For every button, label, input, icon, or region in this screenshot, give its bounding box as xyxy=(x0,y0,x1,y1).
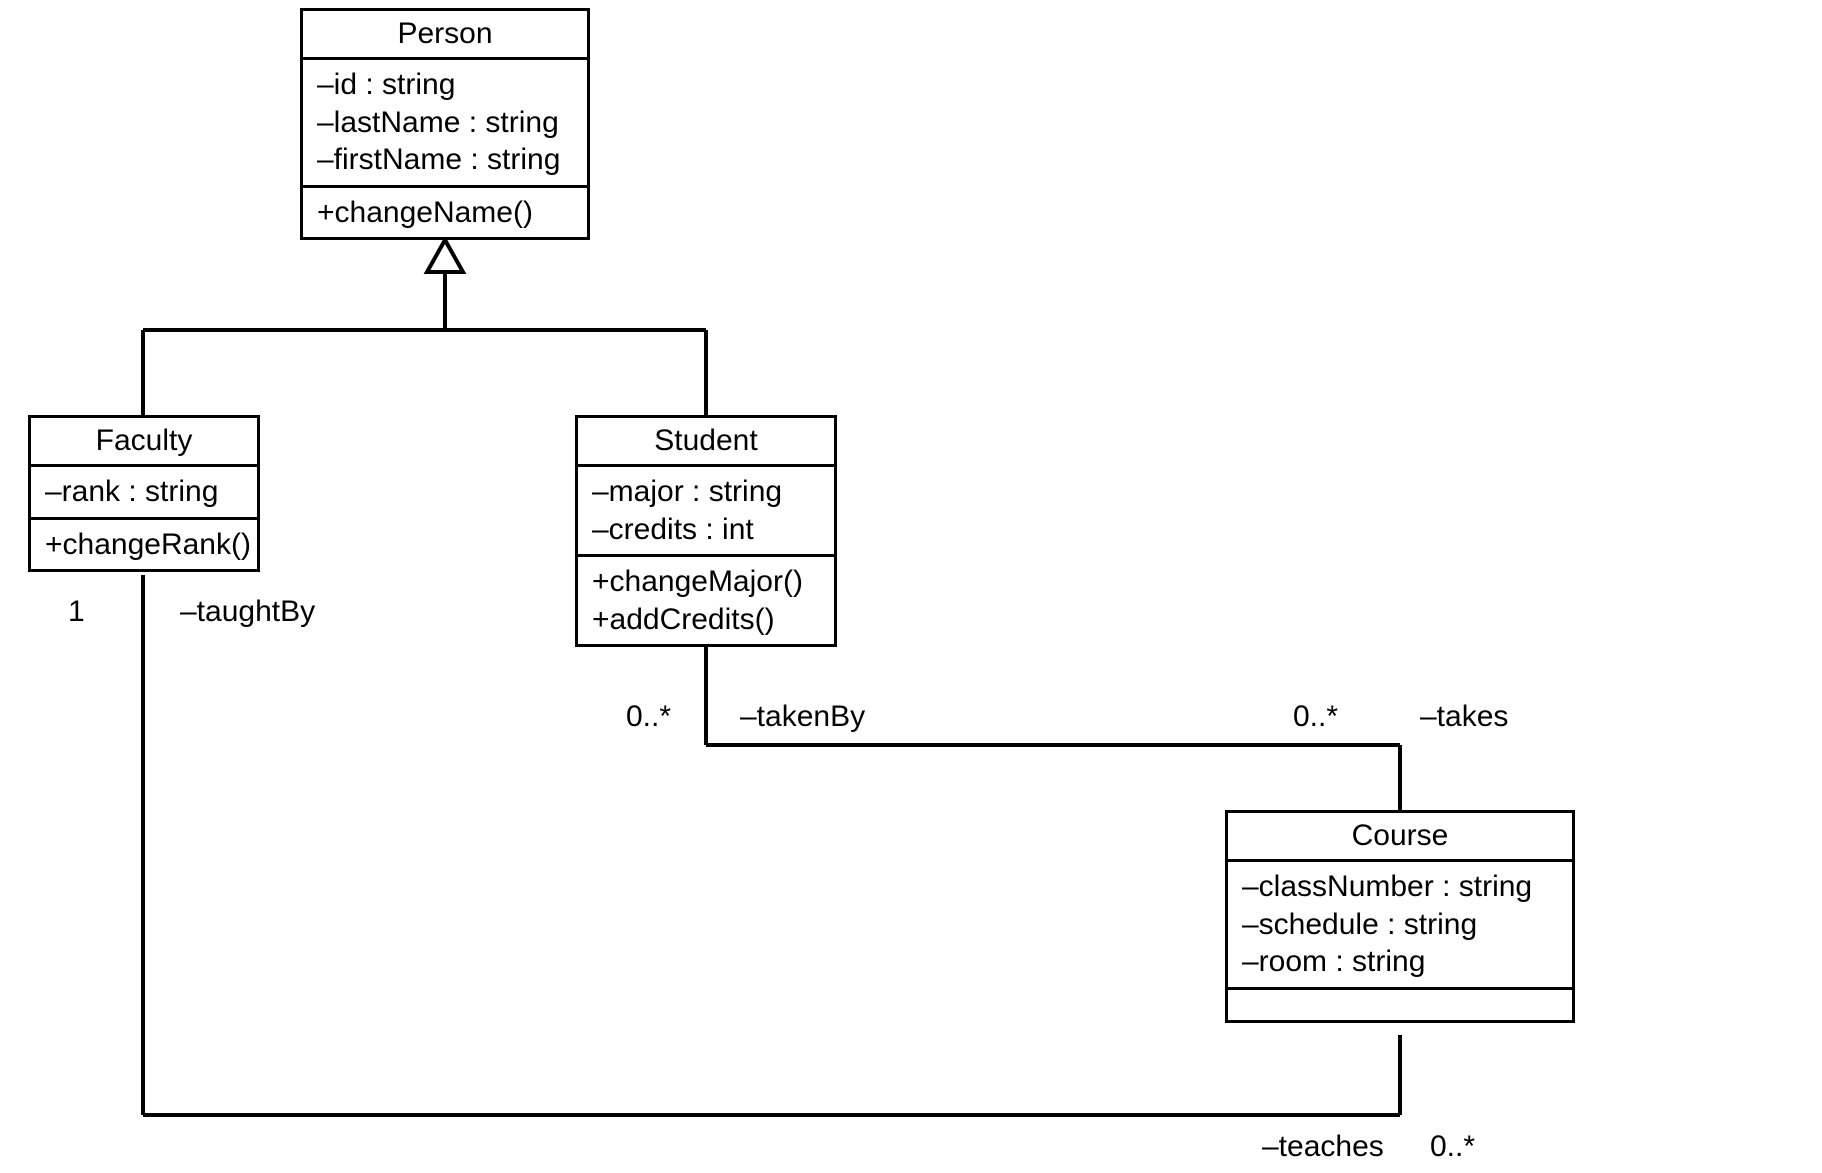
class-course: Course –classNumber : string –schedule :… xyxy=(1225,810,1575,1023)
attr: –id : string xyxy=(317,66,573,104)
op: +changeMajor() xyxy=(592,563,820,601)
attr: –firstName : string xyxy=(317,141,573,179)
class-ops: +changeName() xyxy=(303,188,587,238)
op: +addCredits() xyxy=(592,601,820,639)
class-attrs: –rank : string xyxy=(31,467,257,520)
role-takenby: –takenBy xyxy=(740,700,865,734)
class-attrs: –major : string –credits : int xyxy=(578,467,834,557)
class-attrs: –classNumber : string –schedule : string… xyxy=(1228,862,1572,990)
attr: –major : string xyxy=(592,473,820,511)
multiplicity-faculty-one: 1 xyxy=(68,595,85,629)
multiplicity-takes: 0..* xyxy=(1293,700,1338,734)
attr: –room : string xyxy=(1242,943,1558,981)
role-teaches: –teaches xyxy=(1262,1130,1384,1164)
multiplicity-teaches: 0..* xyxy=(1430,1130,1475,1164)
class-faculty: Faculty –rank : string +changeRank() xyxy=(28,415,260,572)
class-ops: +changeRank() xyxy=(31,520,257,570)
multiplicity-takenby: 0..* xyxy=(626,700,671,734)
class-name: Faculty xyxy=(31,418,257,467)
role-taughtby: –taughtBy xyxy=(180,595,315,629)
class-name: Student xyxy=(578,418,834,467)
attr: –credits : int xyxy=(592,511,820,549)
class-student: Student –major : string –credits : int +… xyxy=(575,415,837,647)
op: +changeRank() xyxy=(45,526,243,564)
class-name: Course xyxy=(1228,813,1572,862)
class-attrs: –id : string –lastName : string –firstNa… xyxy=(303,60,587,188)
class-person: Person –id : string –lastName : string –… xyxy=(300,8,590,240)
op: +changeName() xyxy=(317,194,573,232)
attr: –classNumber : string xyxy=(1242,868,1558,906)
attr: –lastName : string xyxy=(317,104,573,142)
class-ops: +changeMajor() +addCredits() xyxy=(578,557,834,644)
role-takes: –takes xyxy=(1420,700,1508,734)
class-name: Person xyxy=(303,11,587,60)
uml-diagram: Person –id : string –lastName : string –… xyxy=(0,0,1822,1173)
attr: –schedule : string xyxy=(1242,906,1558,944)
attr: –rank : string xyxy=(45,473,243,511)
class-ops xyxy=(1228,990,1572,1020)
